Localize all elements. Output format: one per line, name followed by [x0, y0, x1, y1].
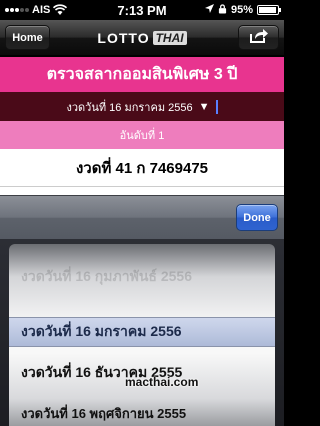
result-row: งวดที่ 41 ก 7469475 [0, 149, 284, 187]
chevron-down-icon: ▼ [198, 100, 210, 113]
home-button[interactable]: Home [5, 25, 50, 50]
picker-toolbar: Done [0, 195, 284, 239]
status-left: AIS [5, 4, 100, 16]
watermark: macthai.com [125, 375, 199, 389]
rank-label: อันดับที่ 1 [0, 121, 284, 149]
battery-percent: 95% [230, 4, 253, 16]
picker-item[interactable]: งวดวันที่ 16 พฤศจิกายน 2555 [9, 400, 275, 426]
signal-dots-icon [5, 8, 29, 12]
text-cursor [215, 99, 218, 114]
share-icon [249, 28, 269, 47]
picker-item-selected[interactable]: งวดวันที่ 16 มกราคม 2556 [9, 317, 275, 347]
picker-item[interactable]: งวดวันที่ 16 กุมภาพันธ์ 2556 [9, 264, 275, 290]
logo-text-lotto: LOTTO [97, 30, 150, 46]
page-title: ตรวจสลากออมสินพิเศษ 3 ปี [0, 57, 284, 92]
status-time: 7:13 PM [117, 2, 167, 18]
list-item [0, 187, 284, 195]
status-right: 95% [184, 3, 281, 17]
done-button[interactable]: Done [236, 204, 278, 231]
logo-text-thai: THAI [152, 31, 187, 45]
wifi-icon [53, 4, 68, 16]
carrier-name: AIS [32, 4, 51, 16]
battery-icon [257, 5, 281, 15]
app-logo: LOTTO THAI [60, 20, 224, 56]
date-picker: งวดวันที่ 16 กุมภาพันธ์ 2556 งวดวันที่ 1… [0, 239, 284, 426]
lock-rotation-icon [218, 3, 227, 17]
share-button[interactable] [238, 25, 279, 50]
date-selector[interactable]: งวดวันที่ 16 มกราคม 2556 ▼ [0, 92, 284, 121]
navigation-bar: Home LOTTO THAI [0, 20, 284, 56]
location-arrow-icon [204, 4, 214, 16]
date-selector-value: งวดวันที่ 16 มกราคม 2556 [66, 101, 193, 114]
picker-wheel[interactable]: งวดวันที่ 16 กุมภาพันธ์ 2556 งวดวันที่ 1… [9, 244, 275, 426]
status-bar: AIS 7:13 PM 95% [0, 0, 284, 20]
